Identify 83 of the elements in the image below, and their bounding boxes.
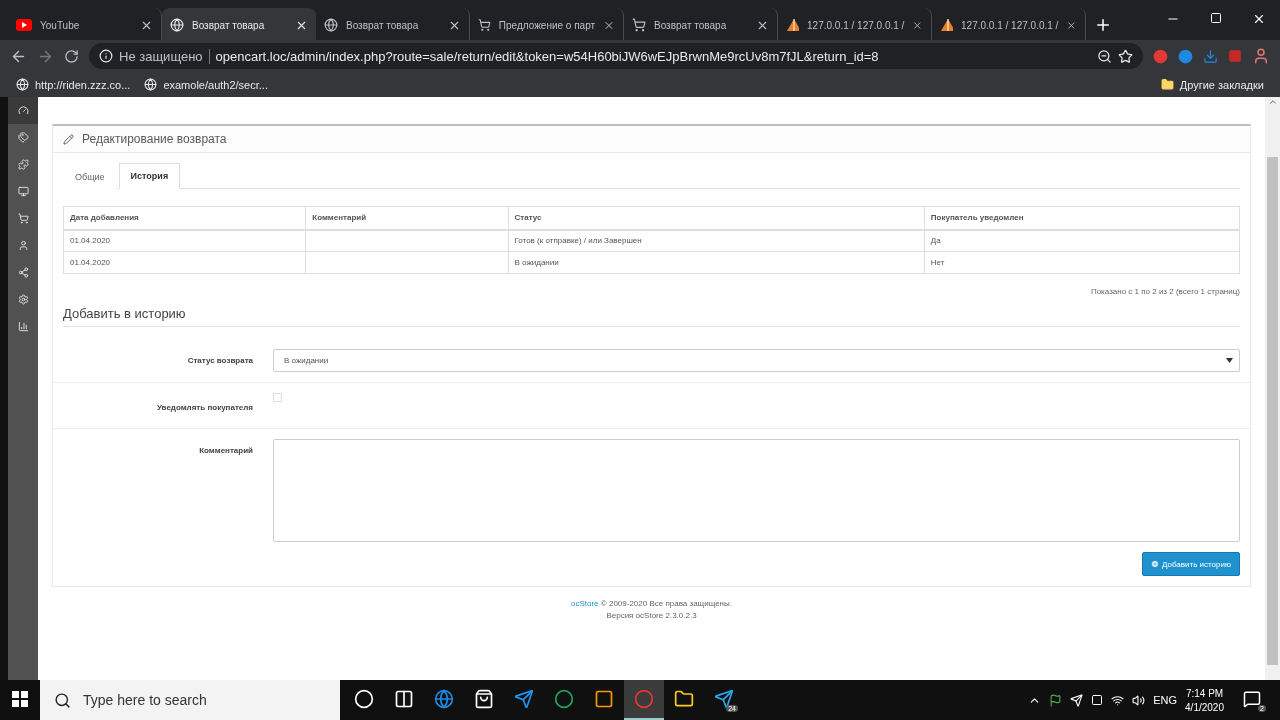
download-icon[interactable] — [1203, 48, 1218, 64]
extension-icon[interactable] — [1178, 48, 1193, 64]
globe-icon — [170, 18, 184, 32]
browser-tab[interactable]: Возврат товара — [162, 8, 316, 42]
settings-icon[interactable] — [17, 294, 29, 305]
panel-title: Редактирование возврата — [82, 132, 227, 146]
new-tab-icon[interactable] — [1094, 16, 1112, 34]
tags-icon[interactable] — [17, 132, 29, 143]
column-header: Покупатель уведомлен — [924, 206, 1240, 230]
taskbar-app[interactable] — [624, 680, 664, 720]
zoom-icon[interactable] — [1097, 48, 1112, 64]
monitor-icon[interactable] — [17, 186, 29, 197]
reload-icon[interactable] — [64, 48, 79, 64]
cart-icon[interactable] — [17, 213, 29, 224]
globe-icon — [16, 78, 29, 91]
extension-icon[interactable] — [1153, 48, 1168, 64]
column-header: Дата добавления — [63, 206, 306, 230]
task-view-icon[interactable] — [394, 689, 414, 709]
info-icon — [99, 49, 113, 63]
shopping-bag-icon[interactable] — [474, 689, 494, 709]
globe-icon — [144, 78, 158, 91]
search-icon — [54, 691, 71, 709]
plus-circle-icon — [1151, 560, 1159, 568]
cart-icon — [478, 18, 491, 32]
bookmark-star-icon[interactable] — [1118, 48, 1133, 64]
youtube-icon — [16, 19, 32, 31]
status-select[interactable]: В ожидании — [273, 349, 1240, 372]
cart-icon — [632, 18, 646, 32]
sail-icon — [940, 18, 954, 32]
notify-checkbox[interactable] — [273, 393, 282, 402]
panel-tab[interactable]: История — [118, 163, 181, 189]
add-history-button[interactable]: Добавить историю — [1142, 552, 1240, 576]
volume-icon[interactable] — [1132, 693, 1146, 707]
table-cell: Нет — [924, 251, 1240, 274]
table-cell: В ожидании — [508, 251, 925, 274]
user-icon[interactable] — [17, 240, 29, 251]
comment-field[interactable] — [273, 439, 1240, 542]
wifi-icon[interactable] — [1111, 693, 1125, 707]
flag-icon[interactable] — [1049, 693, 1063, 707]
globe-icon — [324, 18, 338, 32]
notification-icon — [1243, 690, 1261, 708]
sidebar-item[interactable] — [8, 97, 38, 124]
url-text: opencart.loc/admin/index.php?route=sale/return/edit&token=w54H60biJW6wEJpBrwnMe9rcUv8m7fJL&return_id=8 — [215, 48, 880, 64]
dashboard-icon[interactable] — [17, 105, 29, 116]
copyright-text: ocStore © 2009-2020 Все права защищены. — [571, 599, 732, 608]
clock[interactable]: 7:14 PM 4/1/2020 — [1185, 687, 1224, 713]
circle-icon[interactable] — [354, 689, 374, 709]
share-icon[interactable] — [17, 267, 29, 278]
taskbar-search[interactable]: Type here to search — [40, 680, 340, 720]
pagination-text: Показано с 1 по 2 из 2 (всего 1 страниц) — [1089, 287, 1240, 296]
sail-icon — [786, 18, 800, 32]
table-cell: Да — [924, 229, 1240, 252]
table-cell: Готов (к отправке) / или Завершен — [508, 229, 925, 252]
address-bar[interactable]: Не защищено opencart.loc/admin/index.php?route=sale/return/edit&token=w54H60biJW6wEJpBrwnMe9rcUv8m7fJL&return_id=8 — [89, 43, 1143, 69]
brand-link[interactable]: ocStore — [571, 599, 599, 608]
bookmark-link[interactable]: http://riden.zzz.co... — [16, 78, 131, 91]
profile-icon[interactable] — [1252, 47, 1270, 65]
column-header: Комментарий — [305, 206, 508, 230]
security-label: Не защищено — [119, 48, 210, 64]
telegram-icon[interactable] — [714, 689, 734, 709]
close-icon[interactable] — [1252, 12, 1266, 26]
windows-icon — [12, 691, 28, 707]
table-cell: 01.04.2020 — [63, 229, 306, 252]
bookmark-link[interactable]: examole/auth2/secr... — [144, 78, 268, 91]
section-title: Добавить в историю — [63, 306, 1240, 327]
pencil-icon — [63, 133, 74, 145]
version-text: Версия ocStore 2.3.0.2.3 — [606, 611, 697, 620]
column-header: Статус — [508, 206, 925, 230]
field-label: Комментарий — [198, 446, 253, 455]
scroll-up-icon[interactable] — [1267, 97, 1278, 107]
field-label: Статус возврата — [186, 356, 253, 365]
other-bookmarks[interactable]: Другие закладки — [1160, 78, 1264, 91]
scrollbar-thumb[interactable] — [1267, 157, 1278, 665]
puzzle-icon[interactable] — [17, 159, 29, 170]
maximize-icon[interactable] — [1210, 12, 1222, 24]
bar-chart-icon[interactable] — [17, 321, 29, 332]
field-label: Уведомлять покупателя — [155, 403, 253, 412]
language-indicator[interactable]: ENG — [1153, 694, 1178, 706]
browser-icon[interactable] — [434, 689, 454, 709]
folder-icon[interactable] — [674, 689, 694, 709]
caret-icon — [1226, 358, 1233, 363]
folder-icon — [1160, 78, 1174, 91]
table-cell: 01.04.2020 — [63, 251, 306, 274]
